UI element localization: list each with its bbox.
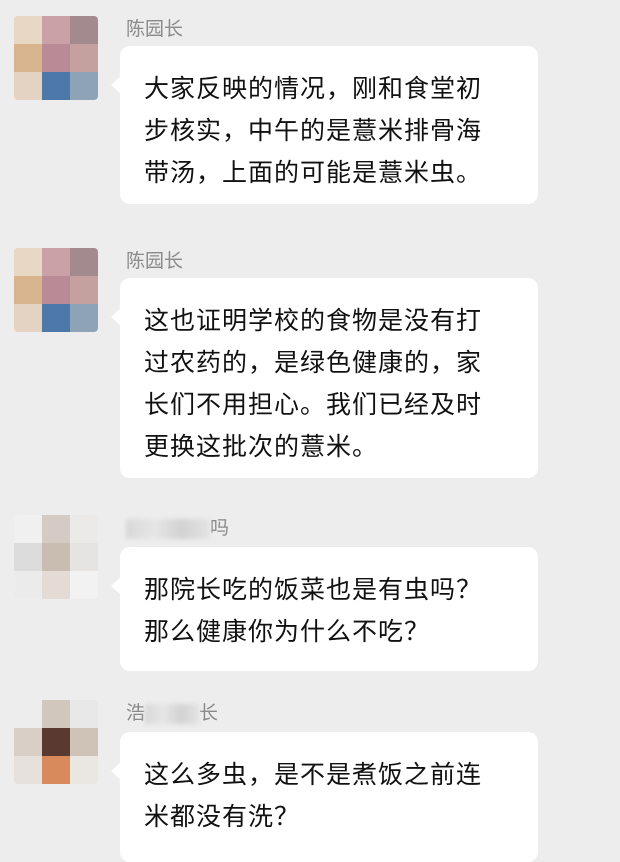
sender-name-suffix: 吗 [210, 517, 230, 539]
message-text-line: 那么健康你为什么不吃？ [144, 617, 431, 646]
message-text-line: 长们不用担心。我们已经及时 [144, 390, 483, 419]
message-text-line: 米都没有洗？ [144, 802, 301, 831]
message-bubble[interactable]: 这也证明学校的食物是没有打 过农药的，是绿色健康的，家 长们不用担心。我们已经及… [111, 278, 538, 478]
message-bubble[interactable]: 这么多虫，是不是煮饭之前连 米都没有洗？ [111, 732, 538, 862]
sender-name-redaction [145, 703, 200, 724]
message-text-line: 大家反映的情况，刚和食堂初 [144, 74, 483, 103]
chat-message: 陈园长 大家反映的情况，刚和食堂初 步核实，中午的是薏米排骨海 带汤，上面的可能… [0, 16, 620, 216]
message-text-line: 带汤，上面的可能是薏米虫。 [144, 158, 483, 187]
avatar[interactable] [14, 248, 98, 332]
chat-message: 浩长 这么多虫，是不是煮饭之前连 米都没有洗？ [0, 700, 620, 862]
chat-message: 吗 那院长吃的饭菜也是有虫吗？ 那么健康你为什么不吃？ [0, 515, 620, 675]
sender-name: 吗 [126, 515, 229, 541]
message-text-line: 那院长吃的饭菜也是有虫吗？ [144, 575, 483, 604]
message-text-line: 这么多虫，是不是煮饭之前连 [144, 760, 483, 789]
chat-history[interactable]: 陈园长 大家反映的情况，刚和食堂初 步核实，中午的是薏米排骨海 带汤，上面的可能… [0, 0, 620, 862]
avatar[interactable] [14, 16, 98, 100]
chat-message: 陈园长 这也证明学校的食物是没有打 过农药的，是绿色健康的，家 长们不用担心。我… [0, 248, 620, 488]
message-text-line: 步核实，中午的是薏米排骨海 [144, 116, 483, 145]
message-text-line: 更换这批次的薏米。 [144, 432, 379, 461]
sender-name: 陈园长 [126, 250, 184, 272]
message-text-line: 过农药的，是绿色健康的，家 [144, 348, 483, 377]
message-bubble[interactable]: 大家反映的情况，刚和食堂初 步核实，中午的是薏米排骨海 带汤，上面的可能是薏米虫… [111, 46, 538, 204]
sender-name-suffix: 长 [199, 702, 219, 724]
message-text-line: 这也证明学校的食物是没有打 [144, 306, 483, 335]
sender-name: 陈园长 [126, 18, 184, 40]
sender-name-redaction [126, 518, 210, 539]
message-bubble[interactable]: 那院长吃的饭菜也是有虫吗？ 那么健康你为什么不吃？ [111, 547, 538, 671]
avatar[interactable] [14, 700, 98, 784]
sender-name: 浩长 [126, 700, 218, 726]
avatar[interactable] [14, 515, 98, 599]
sender-name-prefix: 浩 [126, 702, 146, 724]
